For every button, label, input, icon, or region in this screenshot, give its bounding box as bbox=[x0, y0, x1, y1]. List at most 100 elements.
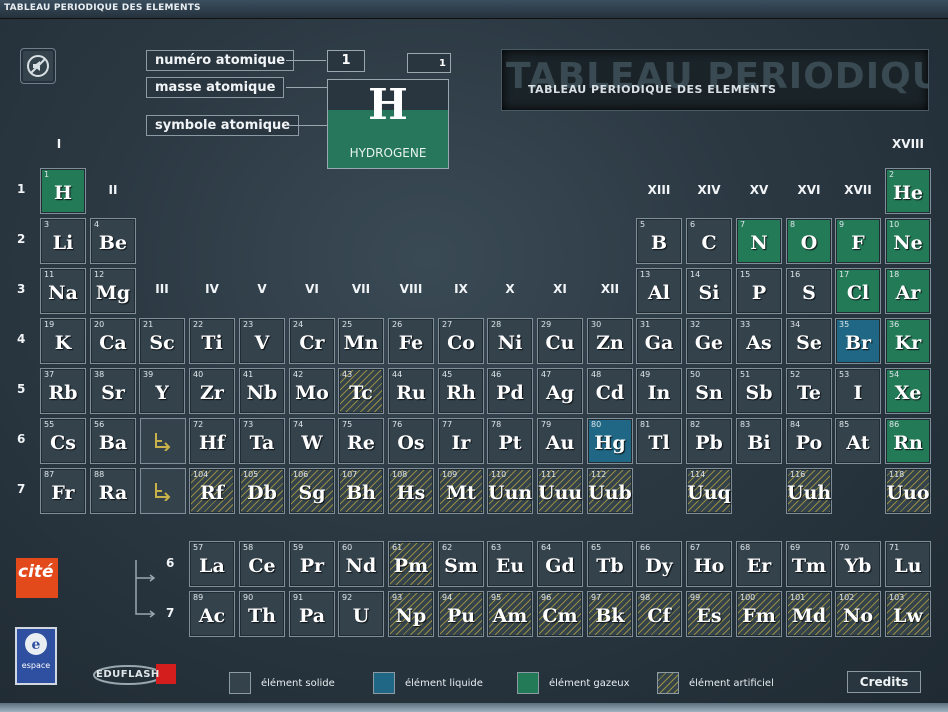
element-he[interactable]: 2 He bbox=[885, 168, 931, 214]
element-rb[interactable]: 37 Rb bbox=[40, 368, 86, 414]
element-mo[interactable]: 42 Mo bbox=[289, 368, 335, 414]
element-cr[interactable]: 24 Cr bbox=[289, 318, 335, 364]
element-ca[interactable]: 20 Ca bbox=[90, 318, 136, 364]
element-db[interactable]: 105 Db bbox=[239, 468, 285, 514]
element-kr[interactable]: 36 Kr bbox=[885, 318, 931, 364]
element-rf[interactable]: 104 Rf bbox=[189, 468, 235, 514]
element-mt[interactable]: 109 Mt bbox=[438, 468, 484, 514]
element-li[interactable]: 3 Li bbox=[40, 218, 86, 264]
element-er[interactable]: 68 Er bbox=[736, 541, 782, 587]
element-fr[interactable]: 87 Fr bbox=[40, 468, 86, 514]
element-in[interactable]: 49 In bbox=[636, 368, 682, 414]
element-au[interactable]: 79 Au bbox=[537, 418, 583, 464]
element-eu[interactable]: 63 Eu bbox=[487, 541, 533, 587]
element-v[interactable]: 23 V bbox=[239, 318, 285, 364]
element-uuq[interactable]: 114 Uuq bbox=[686, 468, 732, 514]
element-na[interactable]: 11 Na bbox=[40, 268, 86, 314]
element-pb[interactable]: 82 Pb bbox=[686, 418, 732, 464]
element-hg[interactable]: 80 Hg bbox=[587, 418, 633, 464]
element-cd[interactable]: 48 Cd bbox=[587, 368, 633, 414]
element-lw[interactable]: 103 Lw bbox=[885, 591, 931, 637]
element-la[interactable]: 57 La bbox=[189, 541, 235, 587]
element-es[interactable]: 99 Es bbox=[686, 591, 732, 637]
educflash-logo[interactable]: EDUFLASH bbox=[92, 662, 178, 688]
element-i[interactable]: 53 I bbox=[835, 368, 881, 414]
element-mg[interactable]: 12 Mg bbox=[90, 268, 136, 314]
element-be[interactable]: 4 Be bbox=[90, 218, 136, 264]
element-uub[interactable]: 112 Uub bbox=[587, 468, 633, 514]
element-bk[interactable]: 97 Bk bbox=[587, 591, 633, 637]
element-uuo[interactable]: 118 Uuo bbox=[885, 468, 931, 514]
element-c[interactable]: 6C bbox=[686, 218, 732, 264]
element-pt[interactable]: 78 Pt bbox=[487, 418, 533, 464]
element-os[interactable]: 76 Os bbox=[388, 418, 434, 464]
element-zn[interactable]: 30 Zn bbox=[587, 318, 633, 364]
element-si[interactable]: 14 Si bbox=[686, 268, 732, 314]
element-yb[interactable]: 70 Yb bbox=[835, 541, 881, 587]
element-re[interactable]: 75 Re bbox=[338, 418, 384, 464]
element-u[interactable]: 92 U bbox=[338, 591, 384, 637]
element-cl[interactable]: 17 Cl bbox=[835, 268, 881, 314]
element-ac[interactable]: 89 Ac bbox=[189, 591, 235, 637]
credits-button[interactable]: Credits bbox=[847, 671, 921, 693]
sound-toggle-button[interactable] bbox=[20, 48, 56, 84]
element-ga[interactable]: 31 Ga bbox=[636, 318, 682, 364]
element-as[interactable]: 33 As bbox=[736, 318, 782, 364]
element-po[interactable]: 84 Po bbox=[786, 418, 832, 464]
element-tb[interactable]: 65 Tb bbox=[587, 541, 633, 587]
element-uuh[interactable]: 116 Uuh bbox=[786, 468, 832, 514]
element-te[interactable]: 52 Te bbox=[786, 368, 832, 414]
element-th[interactable]: 90 Th bbox=[239, 591, 285, 637]
element-ce[interactable]: 58 Ce bbox=[239, 541, 285, 587]
element-ru[interactable]: 44 Ru bbox=[388, 368, 434, 414]
element-pr[interactable]: 59 Pr bbox=[289, 541, 335, 587]
element-at[interactable]: 85 At bbox=[835, 418, 881, 464]
element-s[interactable]: 16 S bbox=[786, 268, 832, 314]
element-se[interactable]: 34 Se bbox=[786, 318, 832, 364]
element-xe[interactable]: 54 Xe bbox=[885, 368, 931, 414]
element-am[interactable]: 95 Am bbox=[487, 591, 533, 637]
element-ra[interactable]: 88 Ra bbox=[90, 468, 136, 514]
element-tm[interactable]: 69 Tm bbox=[786, 541, 832, 587]
element-ti[interactable]: 22 Ti bbox=[189, 318, 235, 364]
element-ta[interactable]: 73 Ta bbox=[239, 418, 285, 464]
element-cu[interactable]: 29 Cu bbox=[537, 318, 583, 364]
element-y[interactable]: 39 Y bbox=[139, 368, 185, 414]
element-uuu[interactable]: 111 Uuu bbox=[537, 468, 583, 514]
element-sr[interactable]: 38 Sr bbox=[90, 368, 136, 414]
element-p[interactable]: 15 P bbox=[736, 268, 782, 314]
element-k[interactable]: 19 K bbox=[40, 318, 86, 364]
element-b[interactable]: 5B bbox=[636, 218, 682, 264]
element-tc[interactable]: 43 Tc bbox=[338, 368, 384, 414]
element-hs[interactable]: 108 Hs bbox=[388, 468, 434, 514]
element-cf[interactable]: 98 Cf bbox=[636, 591, 682, 637]
element-zr[interactable]: 40 Zr bbox=[189, 368, 235, 414]
element-co[interactable]: 27 Co bbox=[438, 318, 484, 364]
element-md[interactable]: 101 Md bbox=[786, 591, 832, 637]
element-ne[interactable]: 10 Ne bbox=[885, 218, 931, 264]
element-np[interactable]: 93 Np bbox=[388, 591, 434, 637]
element-pm[interactable]: 61 Pm bbox=[388, 541, 434, 587]
element-cs[interactable]: 55 Cs bbox=[40, 418, 86, 464]
element-o[interactable]: 8O bbox=[786, 218, 832, 264]
element-w[interactable]: 74 W bbox=[289, 418, 335, 464]
element-ho[interactable]: 67 Ho bbox=[686, 541, 732, 587]
element-fe[interactable]: 26 Fe bbox=[388, 318, 434, 364]
element-sc[interactable]: 21 Sc bbox=[139, 318, 185, 364]
element-no[interactable]: 102 No bbox=[835, 591, 881, 637]
element-fm[interactable]: 100 Fm bbox=[736, 591, 782, 637]
element-f[interactable]: 9F bbox=[835, 218, 881, 264]
element-sg[interactable]: 106 Sg bbox=[289, 468, 335, 514]
element-bi[interactable]: 83 Bi bbox=[736, 418, 782, 464]
lanthanide-reference[interactable] bbox=[140, 418, 186, 464]
element-sn[interactable]: 50 Sn bbox=[686, 368, 732, 414]
element-ir[interactable]: 77 Ir bbox=[438, 418, 484, 464]
element-rn[interactable]: 86 Rn bbox=[885, 418, 931, 464]
element-br[interactable]: 35 Br bbox=[835, 318, 881, 364]
element-dy[interactable]: 66 Dy bbox=[636, 541, 682, 587]
element-sm[interactable]: 62 Sm bbox=[438, 541, 484, 587]
element-ni[interactable]: 28 Ni bbox=[487, 318, 533, 364]
element-bh[interactable]: 107 Bh bbox=[338, 468, 384, 514]
element-n[interactable]: 7N bbox=[736, 218, 782, 264]
element-mn[interactable]: 25 Mn bbox=[338, 318, 384, 364]
